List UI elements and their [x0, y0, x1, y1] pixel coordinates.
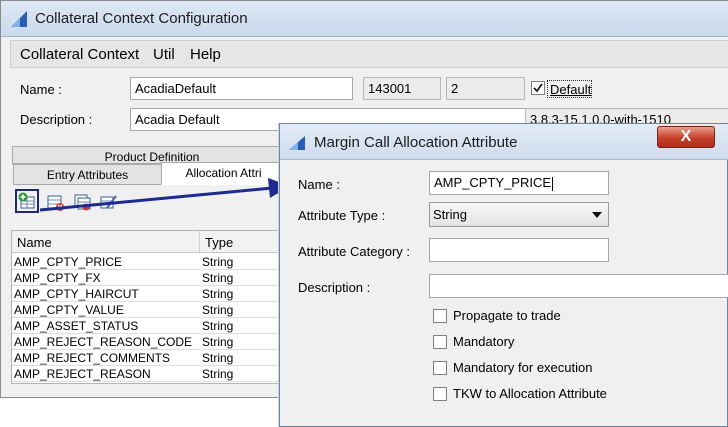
mandatory-checkbox[interactable] — [433, 335, 447, 349]
propagate-to-trade-label: Propagate to trade — [453, 308, 561, 323]
attributes-table: Name Type AMP_CPTY_PRICE String AMP_CPTY_F… — [11, 230, 282, 384]
dialog-close-button[interactable]: X — [657, 126, 715, 148]
attribute-name-value: AMP_CPTY_PRICE — [434, 175, 552, 190]
attribute-type-cell: String — [202, 303, 234, 317]
copy-attribute-button[interactable] — [73, 193, 93, 213]
edit-attribute-icon — [100, 195, 117, 209]
attribute-type-cell: String — [202, 319, 234, 333]
mandatory-for-execution-label: Mandatory for execution — [453, 360, 593, 375]
tab-label: Entry Attributes — [46, 168, 129, 182]
attribute-description-field[interactable] — [429, 274, 728, 298]
description-label: Description : — [20, 112, 93, 127]
context-version-field: 2 — [446, 77, 525, 100]
attribute-name-cell: AMP_REJECT_REASON — [14, 367, 151, 381]
context-name-field[interactable]: AcadiaDefault — [130, 77, 353, 100]
attribute-type-cell: String — [202, 367, 234, 381]
attribute-type-select[interactable]: String — [429, 202, 609, 227]
dialog-title: Margin Call Allocation Attribute — [314, 134, 518, 151]
attribute-type-cell: String — [202, 271, 234, 285]
table-row[interactable]: AMP_CPTY_VALUE String — [12, 302, 282, 318]
column-header-type[interactable]: Type — [200, 231, 282, 253]
menu-help[interactable]: Help — [187, 45, 224, 64]
tab-allocation-attributes[interactable]: Allocation Attri — [161, 162, 286, 185]
close-icon: X — [680, 128, 692, 145]
chevron-down-icon — [592, 212, 602, 218]
add-attribute-button[interactable] — [15, 189, 39, 213]
dialog-logo-icon — [289, 136, 305, 150]
text-cursor — [552, 176, 554, 191]
attribute-category-field[interactable] — [429, 238, 609, 262]
attribute-name-field[interactable]: AMP_CPTY_PRICE — [429, 171, 609, 195]
table-row[interactable]: AMP_CPTY_FX String — [12, 270, 282, 286]
attribute-type-cell: String — [202, 351, 234, 365]
attribute-type-cell: String — [202, 287, 234, 301]
table-row[interactable]: AMP_ASSET_STATUS String — [12, 318, 282, 334]
attribute-name-cell: AMP_CPTY_PRICE — [14, 255, 123, 269]
tab-label: Allocation Attri — [185, 166, 262, 180]
dialog-name-label: Name : — [298, 177, 340, 192]
dialog-titlebar: Margin Call Allocation Attribute X — [280, 124, 728, 160]
edit-attribute-button[interactable] — [99, 193, 119, 213]
tkw-to-allocation-attribute-label: TKW to Allocation Attribute — [453, 386, 607, 401]
margin-call-attribute-dialog: Margin Call Allocation Attribute X Name … — [279, 123, 728, 427]
menubar: Collateral Context Util Help — [10, 40, 728, 68]
menu-collateral-context[interactable]: Collateral Context — [17, 45, 142, 64]
attribute-type-cell: String — [202, 335, 234, 349]
column-header-name[interactable]: Name — [12, 231, 200, 253]
context-id-field: 143001 — [363, 77, 441, 100]
app-logo-icon — [11, 11, 27, 27]
attribute-type-value: String — [433, 207, 467, 222]
attribute-category-label: Attribute Category : — [298, 244, 410, 259]
table-row[interactable]: AMP_CPTY_PRICE String — [12, 254, 282, 270]
attribute-name-cell: AMP_CPTY_VALUE — [14, 303, 124, 317]
add-attribute-icon — [18, 192, 35, 209]
attribute-description-label: Description : — [298, 280, 371, 295]
attribute-type-cell: String — [202, 255, 234, 269]
delete-attribute-button[interactable] — [46, 193, 66, 213]
attribute-name-cell: AMP_REJECT_COMMENTS — [14, 351, 171, 365]
table-row[interactable]: AMP_REJECT_REASON_CODE String — [12, 334, 282, 350]
table-row[interactable]: AMP_REJECT_REASON String — [12, 366, 282, 382]
mandatory-for-execution-checkbox[interactable] — [433, 361, 447, 375]
tab-entry-attributes[interactable]: Entry Attributes — [13, 164, 162, 185]
attribute-type-label: Attribute Type : — [298, 208, 386, 223]
window-title: Collateral Context Configuration — [35, 10, 248, 27]
menu-util[interactable]: Util — [150, 45, 178, 64]
name-label: Name : — [20, 82, 62, 97]
delete-attribute-icon — [47, 195, 64, 211]
mandatory-label: Mandatory — [453, 334, 515, 349]
attribute-name-cell: AMP_CPTY_HAIRCUT — [14, 287, 139, 301]
attribute-name-cell: AMP_ASSET_STATUS — [14, 319, 139, 333]
attribute-name-cell: AMP_CPTY_FX — [14, 271, 101, 285]
copy-attribute-icon — [74, 194, 91, 211]
table-row[interactable]: AMP_CPTY_HAIRCUT String — [12, 286, 282, 302]
tkw-to-allocation-attribute-checkbox[interactable] — [433, 387, 447, 401]
default-label: Default — [550, 82, 592, 97]
propagate-to-trade-checkbox[interactable] — [433, 309, 447, 323]
main-titlebar: Collateral Context Configuration — [1, 1, 728, 37]
checkmark-icon — [533, 83, 543, 93]
default-checkbox[interactable] — [531, 81, 545, 95]
attribute-name-cell: AMP_REJECT_REASON_CODE — [14, 335, 193, 349]
table-row[interactable]: AMP_REJECT_COMMENTS String — [12, 350, 282, 366]
